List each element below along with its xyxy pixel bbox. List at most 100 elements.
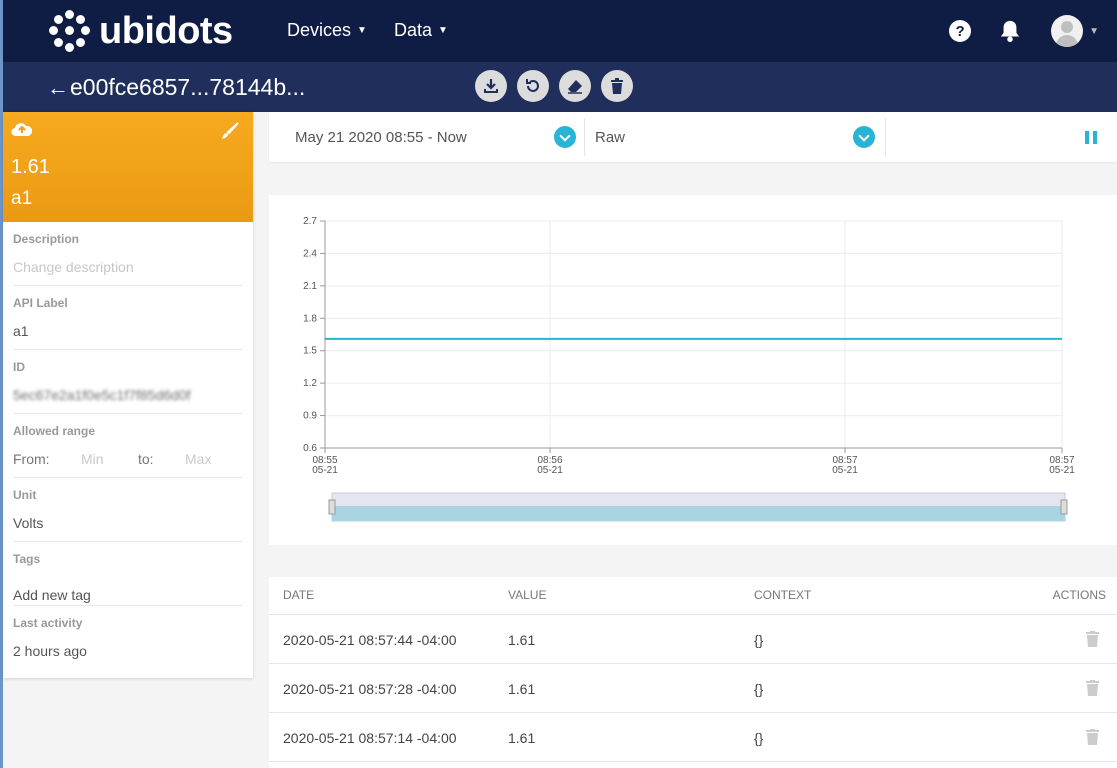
row-value: 1.61 [508, 730, 536, 746]
bell-icon[interactable] [999, 19, 1021, 43]
id-property: ID 5ec67e2a1f0e5c1f7f85d6d0f [13, 350, 243, 414]
delete-button[interactable] [601, 70, 633, 102]
cloud-upload-icon [11, 123, 33, 137]
menu-data-label: Data [394, 20, 433, 40]
table-row: 2020-05-21 08:57:14 -04:00 1.61 {} [269, 713, 1117, 762]
date-range-selector[interactable]: May 21 2020 08:55 - Now [295, 129, 467, 146]
values-table: DATE VALUE CONTEXT ACTIONS 2020-05-21 08… [269, 577, 1117, 768]
variable-card: 1.61 a1 Description Change description A… [3, 112, 253, 678]
menu-data[interactable]: Data ▼ [394, 20, 448, 41]
api-label-property: API Label a1 [13, 286, 243, 350]
x-tick-label: 05-21 [1049, 465, 1075, 476]
description-input[interactable]: Change description [13, 259, 134, 275]
id-value: 5ec67e2a1f0e5c1f7f85d6d0f [13, 387, 191, 403]
caret-down-icon[interactable]: ▼ [1089, 26, 1099, 37]
header-actions: ACTIONS [1052, 588, 1106, 602]
chart-controls: May 21 2020 08:55 - Now Raw [269, 112, 1117, 162]
menu-devices-label: Devices [287, 20, 352, 40]
download-button[interactable] [475, 70, 507, 102]
api-label-label: API Label [13, 296, 68, 310]
table-row: 2020-05-21 08:57:28 -04:00 1.61 {} [269, 664, 1117, 713]
range-min-input[interactable]: Min [81, 451, 104, 467]
variable-last-value: 1.61 [11, 156, 50, 178]
x-tick-label: 05-21 [832, 465, 858, 476]
header-value: VALUE [508, 588, 547, 602]
unit-property: Unit Volts [13, 478, 243, 542]
caret-down-icon: ▼ [438, 25, 448, 36]
y-tick-label: 2.1 [303, 281, 317, 292]
range-max-input[interactable]: Max [185, 451, 211, 467]
y-tick-label: 0.9 [303, 411, 317, 422]
trash-icon[interactable] [1086, 729, 1099, 745]
range-label: Allowed range [13, 424, 96, 438]
y-tick-label: 2.4 [303, 248, 317, 259]
variable-header: 1.61 a1 [3, 112, 253, 222]
range-handle-right[interactable] [1060, 499, 1068, 515]
ubidots-logo[interactable]: ubidots [49, 8, 233, 54]
range-navigator-fill [332, 506, 1065, 521]
row-date: 2020-05-21 08:57:44 -04:00 [283, 632, 457, 648]
unit-label: Unit [13, 488, 37, 502]
chart-card: 2.7 2.4 2.1 1.8 1.5 1.2 0.9 0.6 08:55 05-21 08:56 0… [269, 195, 1117, 545]
menu-devices[interactable]: Devices ▼ [287, 20, 367, 41]
description-label: Description [13, 232, 80, 246]
last-activity-property: Last activity 2 hours ago [13, 606, 243, 670]
api-label-input[interactable]: a1 [13, 323, 29, 339]
aggregation-selector[interactable]: Raw [595, 129, 625, 146]
table-row: 2020-05-21 08:57:44 -04:00 1.61 {} [269, 615, 1117, 664]
trash-icon[interactable] [1086, 680, 1099, 696]
chevron-down-icon[interactable] [853, 126, 875, 148]
table-header: DATE VALUE CONTEXT ACTIONS [269, 577, 1117, 615]
add-tag-input[interactable]: Add new tag [13, 587, 91, 603]
header-context: CONTEXT [754, 588, 812, 602]
pause-icon[interactable] [1085, 131, 1097, 144]
trash-icon[interactable] [1086, 631, 1099, 647]
caret-down-icon: ▼ [357, 25, 367, 36]
row-date: 2020-05-21 08:57:28 -04:00 [283, 681, 457, 697]
tags-label: Tags [13, 552, 41, 566]
last-activity-value: 2 hours ago [13, 643, 87, 659]
device-title: e00fce6857...78144b... [70, 74, 306, 100]
y-tick-label: 1.8 [303, 313, 317, 324]
range-from-label: From: [13, 451, 50, 467]
header-date: DATE [283, 588, 315, 602]
eraser-icon [568, 80, 582, 94]
plot-frame [324, 220, 1063, 449]
chevron-down-icon[interactable] [554, 126, 576, 148]
last-activity-label: Last activity [13, 616, 83, 630]
id-label: ID [13, 360, 25, 374]
row-date: 2020-05-21 08:57:14 -04:00 [283, 730, 457, 746]
line-chart: 2.72.42.11.81.51.20.90.608:5505-2108:560… [303, 216, 1075, 522]
download-icon [484, 79, 498, 93]
row-context[interactable]: {} [754, 681, 763, 697]
y-tick-label: 2.7 [303, 216, 317, 227]
back-arrow-icon[interactable]: ← [47, 75, 69, 101]
refresh-icon [526, 79, 539, 92]
tags-property: Tags Add new tag [13, 542, 243, 606]
unit-input[interactable]: Volts [13, 515, 43, 531]
y-tick-label: 1.2 [303, 378, 317, 389]
row-context[interactable]: {} [754, 730, 763, 746]
description-property: Description Change description [13, 222, 243, 286]
logo-dots-icon [49, 10, 91, 52]
range-to-label: to: [138, 451, 154, 467]
top-navbar: ubidots Devices ▼ Data ▼ ? ▼ [3, 0, 1117, 62]
x-tick-label: 05-21 [312, 465, 338, 476]
refresh-button[interactable] [517, 70, 549, 102]
row-value: 1.61 [508, 681, 536, 697]
range-property: Allowed range From: Min to: Max [13, 414, 243, 478]
row-value: 1.61 [508, 632, 536, 648]
variable-actions [475, 70, 643, 102]
y-tick-label: 0.6 [303, 443, 317, 454]
x-tick-label: 05-21 [537, 465, 563, 476]
trash-icon [611, 78, 623, 94]
avatar[interactable] [1051, 15, 1084, 47]
brush-icon[interactable] [221, 122, 239, 140]
device-subbar: ← e00fce6857...78144b... [3, 62, 1117, 112]
brand-name: ubidots [99, 9, 233, 52]
help-icon[interactable]: ? [949, 20, 972, 42]
variable-name: a1 [11, 188, 33, 209]
row-context[interactable]: {} [754, 632, 763, 648]
range-handle-left[interactable] [328, 499, 336, 515]
erase-button[interactable] [559, 70, 591, 102]
